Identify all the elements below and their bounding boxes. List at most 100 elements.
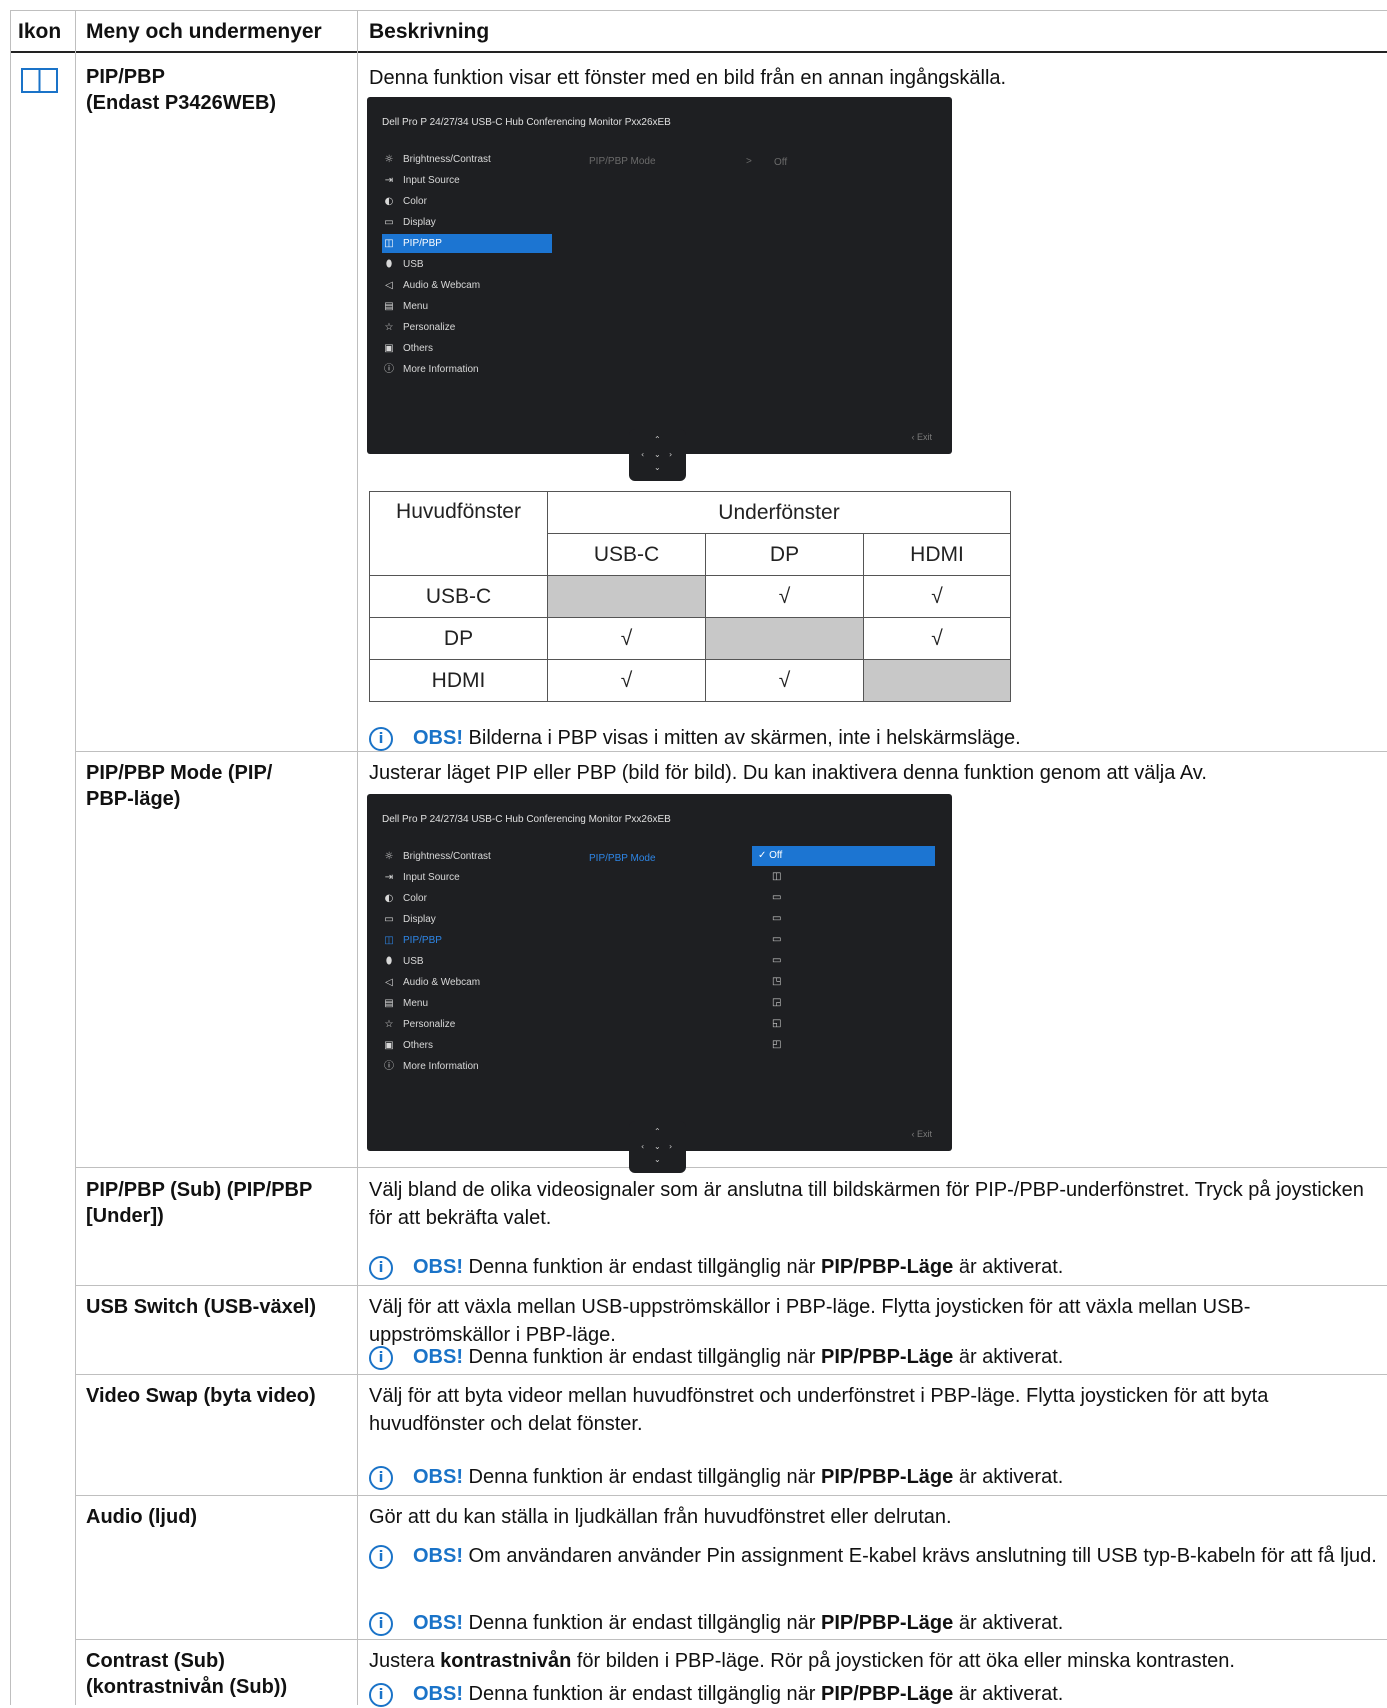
pip-icon: ◫ (384, 238, 394, 249)
note-text: Bilderna i PBP visas i mitten av skärmen… (463, 727, 1021, 749)
col-divider (10, 10, 11, 1705)
pip-bottom-right-icon: ▭ (772, 913, 782, 924)
desc-pip-pbp: Denna funktion visar ett fönster med en … (369, 67, 1007, 89)
osd-exit: ‹ Exit (911, 1129, 932, 1139)
input-icon: ⇥ (384, 872, 394, 883)
note-text: Denna funktion är endast tillgänglig när (463, 1612, 822, 1634)
osd-menu-label: Display (403, 217, 436, 228)
osd-screenshot-mode: Dell Pro P 24/27/34 USB-C Hub Conferenci… (367, 794, 952, 1151)
compat-cell: √ (547, 617, 706, 660)
compat-table: Huvudfönster Underfönster USB-C DP HDMI … (369, 491, 1011, 702)
info-icon: i (369, 1256, 393, 1280)
pip-large-top-right-icon: ◳ (772, 976, 782, 987)
menu-label: PIP/PBP Mode (PIP/ (86, 762, 273, 784)
osd-option: ▭ (752, 951, 935, 971)
compat-cell (863, 659, 1011, 702)
menu-video-swap: Video Swap (byta video) (86, 1385, 316, 1407)
osd-mode-label: PIP/PBP Mode (589, 156, 656, 167)
osd-option: ◫ (752, 867, 935, 887)
header-bottom-border (10, 51, 1387, 53)
menu-icon: ▤ (384, 998, 394, 1009)
osd-menu-item: ⓘ More Information (382, 360, 552, 379)
menu-label: (Endast P3426WEB) (86, 92, 277, 114)
note-obs-label: OBS! (413, 1346, 463, 1368)
osd-menu-item: ◁ Audio & Webcam (382, 276, 552, 295)
menu-label: (kontrastnivån (Sub)) (86, 1676, 288, 1698)
osd-exit: ‹ Exit (911, 432, 932, 442)
osd-option: ◰ (752, 1035, 935, 1055)
compat-row-header: USB-C (369, 575, 548, 618)
desc-pip-pbp-sub: Välj bland de olika videosignaler som är… (369, 1179, 1364, 1229)
compat-sub-header: Underfönster (547, 491, 1011, 534)
osd-menu-label: Audio & Webcam (403, 280, 481, 291)
speaker-icon: ◁ (385, 977, 393, 988)
compat-cell: √ (705, 659, 864, 702)
info-icon: i (369, 1346, 393, 1370)
row-divider (76, 1285, 1387, 1286)
note-obs-label: OBS! (413, 1683, 463, 1705)
menu-label: Contrast (Sub) (86, 1650, 225, 1672)
header-menu: Meny och undermenyer (86, 20, 322, 43)
sun-icon: ☼ (384, 154, 394, 165)
menu-label: PIP/PBP (86, 66, 165, 88)
palette-icon: ◐ (384, 196, 394, 207)
compat-cell (705, 617, 864, 660)
osd-menu-label: Brightness/Contrast (403, 154, 491, 165)
compat-cell: √ (863, 617, 1011, 660)
osd-menu-item: ▭ Display (382, 910, 552, 929)
col-divider (357, 10, 358, 1705)
osd-menu-label: Personalize (403, 1019, 456, 1030)
osd-menu-item: ☆ Personalize (382, 318, 552, 337)
osd-option: ◱ (752, 1014, 935, 1034)
info-icon: i (369, 727, 393, 751)
sun-icon: ☼ (384, 851, 394, 862)
note-obs-label: OBS! (413, 727, 463, 749)
joystick-icon: ⌃ ‹ ⌄ › ⌄ (629, 1121, 686, 1173)
pip-top-right-icon: ▭ (772, 892, 782, 903)
display-icon: ▭ (384, 914, 394, 925)
compat-col-header: USB-C (547, 533, 706, 576)
table-top-border (10, 10, 1387, 11)
osd-mode-value: Off (774, 157, 788, 168)
note-bold: PIP/PBP-Läge (821, 1256, 954, 1278)
pip-top-left-icon: ▭ (772, 955, 782, 966)
osd-menu-item: ▤ Menu (382, 297, 552, 316)
pip-icon: ◫ (384, 935, 394, 946)
display-icon: ▭ (384, 217, 394, 228)
info-icon: ⓘ (384, 364, 394, 375)
note-text: är aktiverat. (953, 1466, 1064, 1488)
osd-menu-label: Menu (403, 998, 429, 1009)
menu-usb-switch: USB Switch (USB-växel) (86, 1296, 317, 1318)
osd-menu-label: Color (403, 893, 427, 904)
desc-contrast-sub: Justera kontrastnivån för bilden i PBP-l… (369, 1647, 1379, 1675)
osd-menu-item: ◁ Audio & Webcam (382, 973, 552, 992)
osd-menu-label: Display (403, 914, 436, 925)
menu-pip-pbp: PIP/PBP (Endast P3426WEB) (86, 64, 354, 116)
others-icon: ▣ (384, 1040, 394, 1051)
chevron-right-icon: > (746, 156, 752, 167)
document-page: Ikon Meny och undermenyer Beskrivning PI… (0, 0, 1387, 1707)
row-divider (76, 1374, 1387, 1375)
osd-menu-label: USB (403, 259, 424, 270)
note-text: är aktiverat. (953, 1683, 1064, 1705)
row-divider (76, 1167, 1387, 1168)
joystick-icon: ⌃ ‹ ⌄ › ⌄ (629, 429, 686, 481)
note-obs-label: OBS! (413, 1545, 463, 1567)
osd-mode-label: PIP/PBP Mode (589, 853, 656, 864)
info-icon: ⓘ (384, 1061, 394, 1072)
desc-text: för bilden i PBP-läge. Rör på joysticken… (571, 1650, 1235, 1672)
note-obs-label: OBS! (413, 1256, 463, 1278)
osd-option: ▭ (752, 888, 935, 908)
osd-option-off: ✓ Off (752, 846, 935, 866)
compat-main-header: Huvudfönster (369, 491, 548, 576)
osd-option: ▭ (752, 930, 935, 950)
menu-contrast-sub: Contrast (Sub) (kontrastnivån (Sub)) (86, 1648, 354, 1700)
osd-title: Dell Pro P 24/27/34 USB-C Hub Conferenci… (382, 117, 671, 128)
desc-video-swap: Välj för att byta videor mellan huvudfön… (369, 1385, 1269, 1435)
osd-menu-item: ⇥ Input Source (382, 868, 552, 887)
osd-menu-item: ⬮ USB (382, 255, 552, 274)
osd-menu-item: ◐ Color (382, 192, 552, 211)
menu-icon: ▤ (384, 301, 394, 312)
osd-screenshot-pip: Dell Pro P 24/27/34 USB-C Hub Conferenci… (367, 97, 952, 454)
mouse-icon: ⬮ (385, 956, 393, 967)
